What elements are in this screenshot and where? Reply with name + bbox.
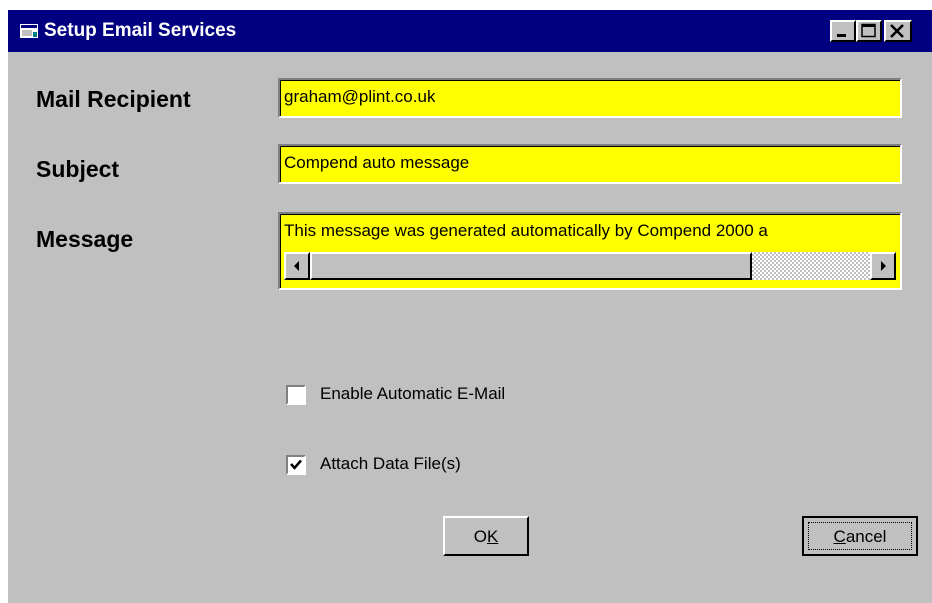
subject-label: Subject xyxy=(36,156,120,182)
ok-button[interactable]: OK xyxy=(443,516,529,556)
minimize-button[interactable] xyxy=(830,20,856,42)
enable-automatic-email-label[interactable]: Enable Automatic E-Mail xyxy=(320,384,505,404)
maximize-button[interactable] xyxy=(856,20,882,42)
scroll-left-button[interactable] xyxy=(284,252,310,280)
message-label: Message xyxy=(36,226,134,252)
message-field[interactable]: This message was generated automatically… xyxy=(278,212,902,290)
recipient-value: graham@plint.co.uk xyxy=(284,87,436,106)
minimize-icon xyxy=(837,34,846,37)
recipient-label: Mail Recipient xyxy=(36,86,191,112)
cancel-button-label: Cancel xyxy=(833,527,887,546)
attach-data-files-checkbox[interactable] xyxy=(286,455,306,475)
enable-automatic-email-checkbox[interactable] xyxy=(286,385,306,405)
app-icon xyxy=(20,24,38,38)
message-horizontal-scrollbar[interactable] xyxy=(284,252,896,280)
close-button[interactable] xyxy=(884,20,912,42)
message-value: This message was generated automatically… xyxy=(284,221,768,240)
subject-value: Compend auto message xyxy=(284,153,470,172)
title-bar[interactable]: Setup Email Services xyxy=(8,10,932,52)
close-icon xyxy=(890,24,904,38)
window-title: Setup Email Services xyxy=(44,20,237,41)
recipient-field[interactable]: graham@plint.co.uk xyxy=(278,78,902,118)
cancel-button[interactable]: Cancel xyxy=(802,516,918,556)
scroll-thumb[interactable] xyxy=(310,252,752,280)
scroll-right-button[interactable] xyxy=(870,252,896,280)
subject-field[interactable]: Compend auto message xyxy=(278,144,902,184)
ok-button-label: OK xyxy=(473,527,499,546)
scroll-track[interactable] xyxy=(752,252,870,280)
arrow-left-icon xyxy=(294,261,299,271)
arrow-right-icon xyxy=(881,261,886,271)
attach-data-files-label[interactable]: Attach Data File(s) xyxy=(320,454,461,474)
checkmark-icon xyxy=(290,459,302,470)
maximize-icon xyxy=(861,23,876,38)
setup-email-dialog: Setup Email Services Mail Recipient grah… xyxy=(8,10,932,603)
